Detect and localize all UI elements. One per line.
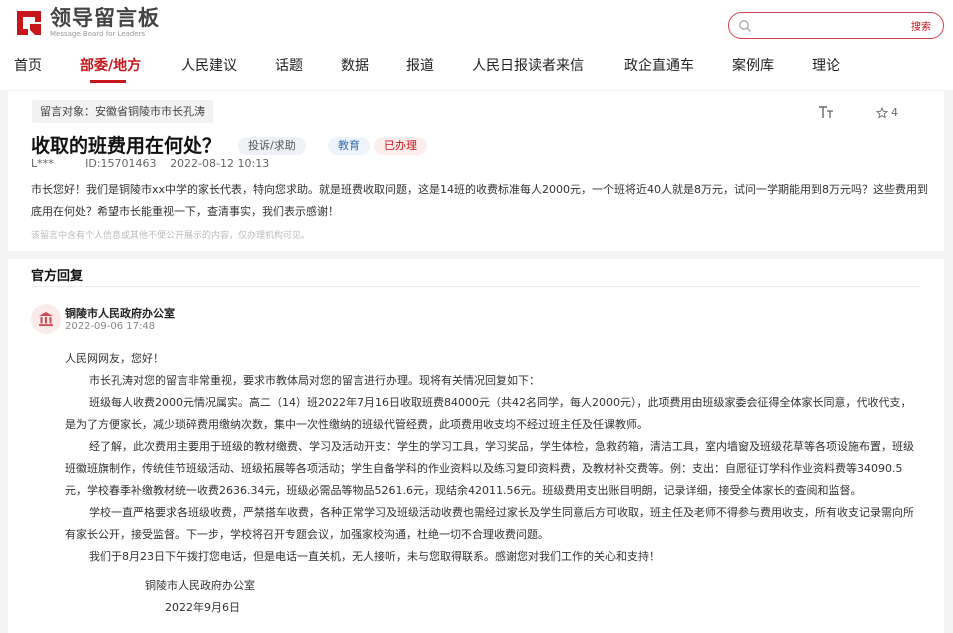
main-nav: 首页 部委/地方 人民建议 话题 数据 报道 人民日报读者来信 政企直通车 案例… — [0, 54, 953, 82]
search-input[interactable] — [756, 19, 911, 32]
nav-item-home[interactable]: 首页 — [14, 54, 42, 78]
field-badge[interactable]: 教育 — [328, 137, 370, 155]
reply-date: 2022-09-06 17:48 — [65, 321, 156, 332]
reply-paragraph: 经了解，此次费用主要用于班级的教材缴费、学习及活动开支：学生的学习工具，学习奖品… — [65, 440, 914, 497]
avatar — [31, 304, 61, 334]
logo-subtitle: Message Board for Leaders — [50, 30, 146, 38]
page-title: 收取的班费用在何处？ — [31, 135, 222, 157]
search-icon — [739, 19, 751, 32]
reply-card: 官方回复 铜陵市人民政府办公室 2022-09-06 17:48 人民网网友，您… — [8, 259, 944, 633]
reply-greeting: 人民网网友，您好！ — [65, 352, 164, 365]
logo-icon — [17, 10, 41, 35]
reply-body: 人民网网友，您好！ 市长孔涛对您的留言非常重视，要求市教体局对您的留言进行办理。… — [65, 348, 921, 568]
reply-org-name: 铜陵市人民政府办公室 — [65, 307, 175, 320]
nav-item-data[interactable]: 数据 — [341, 54, 369, 78]
reply-paragraph: 我们于8月23日下午拨打您电话，但是电话一直关机，无人接听，未与您取得联系。感谢… — [89, 550, 660, 563]
nav-item-enterprise[interactable]: 政企直通车 — [624, 54, 694, 78]
divider — [31, 286, 921, 287]
nav-item-ministries[interactable]: 部委/地方 — [80, 54, 141, 78]
nav-item-reader-letters[interactable]: 人民日报读者来信 — [472, 54, 584, 78]
message-target: 留言对象：安徽省铜陵市市长孔涛 — [32, 100, 213, 123]
star-count: 4 — [891, 106, 898, 119]
reply-heading: 官方回复 — [31, 269, 84, 284]
message-datetime: 2022-08-12 10:13 — [170, 157, 270, 170]
logo-title: 领导留言板 — [50, 6, 160, 30]
search-box: 搜索 — [728, 12, 944, 39]
message-meta: L*** ID:15701463 2022-08-12 10:13 — [31, 157, 297, 170]
status-badge: 已办理 — [374, 137, 427, 155]
site-header: 领导留言板 Message Board for Leaders 搜索 首页 部委… — [0, 0, 953, 90]
government-building-icon — [39, 312, 53, 326]
star-icon — [876, 106, 888, 119]
search-button[interactable]: 搜索 — [911, 18, 931, 33]
site-logo[interactable]: 领导留言板 Message Board for Leaders — [14, 6, 160, 39]
nav-item-reports[interactable]: 报道 — [406, 54, 434, 78]
privacy-note: 该留言中含有个人信息或其他不便公开展示的内容，仅办理机构可见。 — [31, 231, 311, 241]
type-badge[interactable]: 投诉/求助 — [238, 137, 306, 155]
nav-active-indicator — [90, 80, 126, 83]
message-card: 留言对象：安徽省铜陵市市长孔涛 4 收取的班费用在何处？ 投诉/求助 教育 已办… — [8, 91, 944, 251]
nav-item-cases[interactable]: 案例库 — [732, 54, 774, 78]
author-name: L*** — [31, 157, 54, 170]
nav-item-topics[interactable]: 话题 — [275, 54, 303, 78]
text-size-icon[interactable] — [818, 105, 834, 119]
reply-paragraph: 市长孔涛对您的留言非常重视，要求市教体局对您的留言进行办理。现将有关情况回复如下… — [89, 374, 540, 387]
reply-paragraph: 学校一直严格要求各班级收费，严禁搭车收费，各种正常学习及班级活动收费也需经过家长… — [65, 506, 914, 541]
nav-item-suggestions[interactable]: 人民建议 — [181, 54, 237, 78]
message-body: 市长您好！我们是铜陵市xx中学的家长代表，特向您求助。就是班费收取问题，这是14… — [31, 183, 928, 218]
reply-signature: 铜陵市人民政府办公室 — [145, 579, 255, 592]
favorite-button[interactable]: 4 — [876, 106, 898, 119]
message-id: ID:15701463 — [85, 157, 157, 170]
nav-item-theory[interactable]: 理论 — [812, 54, 840, 78]
reply-paragraph: 班级每人收费2000元情况属实。高二（14）班2022年7月16日收取班费840… — [65, 396, 912, 431]
reply-sign-date: 2022年9月6日 — [165, 601, 240, 614]
